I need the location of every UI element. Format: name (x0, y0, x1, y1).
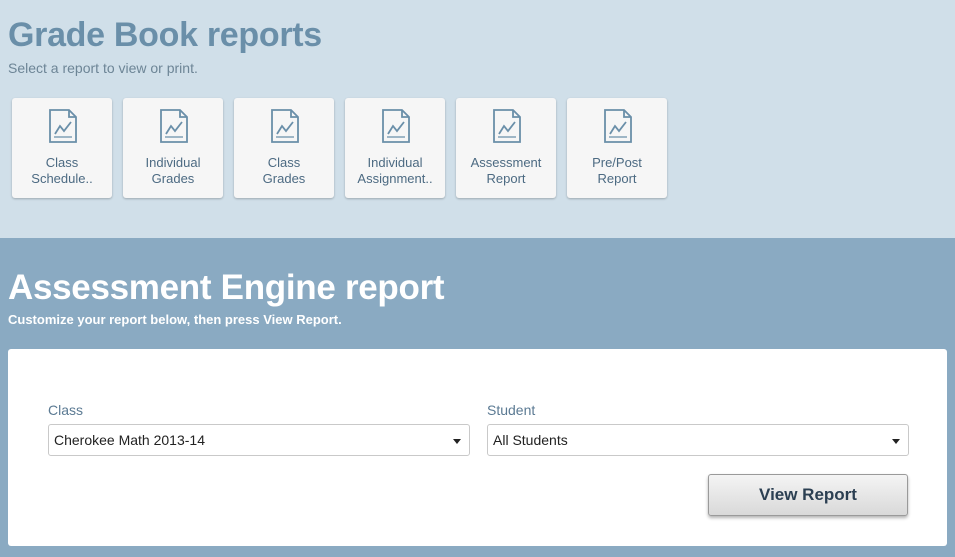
report-card-individual-assignment[interactable]: Individual Assignment.. (345, 98, 445, 198)
report-card-label: Class Grades (262, 155, 306, 186)
class-field-label: Class (48, 402, 84, 418)
class-select-value: Cherokee Math 2013-14 (54, 432, 205, 448)
report-card-label: Pre/Post Report (592, 155, 642, 186)
report-card-pre-post-report[interactable]: Pre/Post Report (567, 98, 667, 198)
report-card-label: Individual Grades (145, 155, 201, 186)
report-card-list: Class Schedule.. Individual Grades Class… (12, 98, 667, 198)
report-card-individual-grades[interactable]: Individual Grades (123, 98, 223, 198)
assessment-subtitle: Customize your report below, then press … (8, 312, 342, 327)
chart-document-icon (493, 109, 521, 143)
chart-document-icon (382, 109, 410, 143)
gradebook-reports-section: Grade Book reports Select a report to vi… (0, 0, 955, 238)
chart-document-icon (271, 109, 299, 143)
student-select[interactable]: All Students (487, 424, 909, 456)
report-options-panel: Class Cherokee Math 2013-14 Student All … (8, 349, 947, 546)
report-card-label: Assessment Report (470, 155, 542, 186)
assessment-title: Assessment Engine report (8, 268, 445, 307)
report-card-label: Individual Assignment.. (357, 155, 433, 186)
report-card-class-schedule[interactable]: Class Schedule.. (12, 98, 112, 198)
chart-document-icon (49, 109, 77, 143)
report-card-class-grades[interactable]: Class Grades (234, 98, 334, 198)
chart-document-icon (604, 109, 632, 143)
class-select[interactable]: Cherokee Math 2013-14 (48, 424, 470, 456)
assessment-engine-section: Assessment Engine report Customize your … (0, 238, 955, 557)
report-card-assessment-report[interactable]: Assessment Report (456, 98, 556, 198)
gradebook-title: Grade Book reports (8, 16, 322, 54)
student-select-value: All Students (493, 432, 568, 448)
gradebook-subtitle: Select a report to view or print. (8, 60, 198, 76)
chevron-down-icon (453, 439, 461, 444)
report-card-label: Class Schedule.. (31, 155, 93, 186)
view-report-button[interactable]: View Report (708, 474, 908, 516)
chevron-down-icon (892, 439, 900, 444)
student-field-label: Student (487, 402, 536, 418)
chart-document-icon (160, 109, 188, 143)
